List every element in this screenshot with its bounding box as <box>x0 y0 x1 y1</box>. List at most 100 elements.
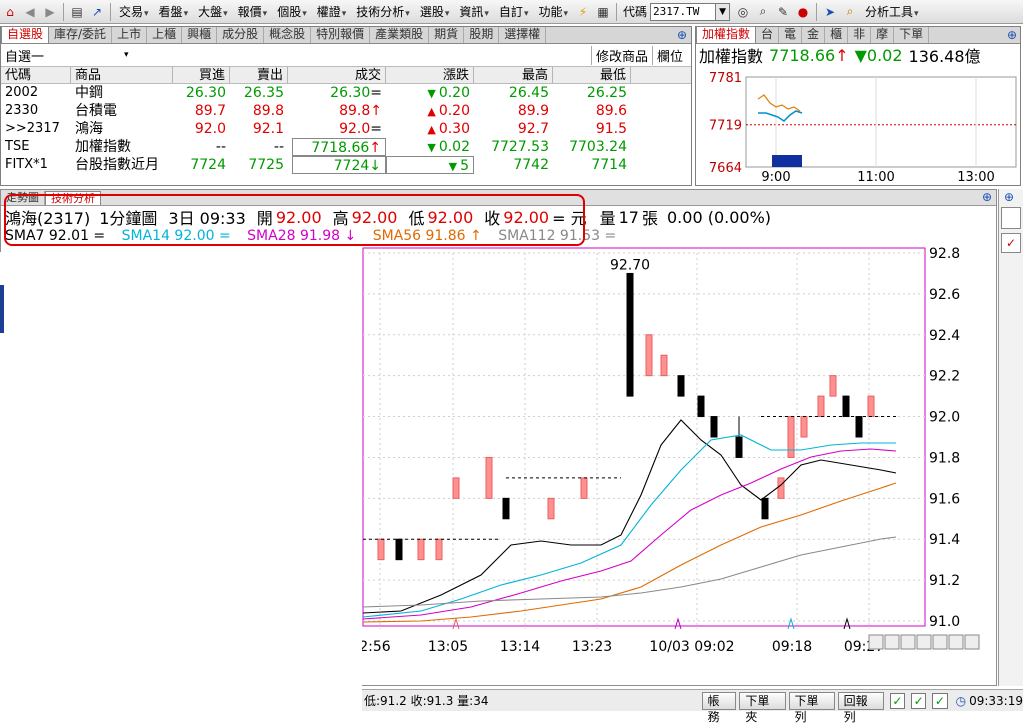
menu-custom[interactable]: 自訂 <box>494 2 534 22</box>
table-row[interactable]: FITX*1 台股指數近月 7724 7725 7724↓ ▼ 5 7742 7714 <box>1 156 691 174</box>
search-icon[interactable]: ⌕ <box>754 2 772 22</box>
row-high: 26.45 <box>508 85 549 101</box>
index-tab-0[interactable]: 加權指數 <box>696 26 757 43</box>
col-bid[interactable]: 買進 <box>173 67 230 83</box>
zoom-icon[interactable]: ⊕ <box>677 28 687 42</box>
candle-body <box>452 477 460 499</box>
col-high[interactable]: 最高 <box>474 67 553 83</box>
tab-9[interactable]: 期貨 <box>429 27 465 43</box>
menu-technical[interactable]: 技術分析 <box>351 2 415 22</box>
index-tab-7[interactable]: 下單 <box>894 27 930 43</box>
report-bar-button[interactable]: 回報列 <box>837 691 884 724</box>
zoom-icon[interactable]: ⊕ <box>1007 28 1017 42</box>
tab-6[interactable]: 概念股 <box>264 27 312 43</box>
columns-button[interactable]: 欄位 <box>651 45 687 65</box>
chart-nav-button[interactable] <box>884 634 900 650</box>
tab-2[interactable]: 上市 <box>112 27 148 43</box>
cursor-icon[interactable]: ➤ <box>821 2 839 22</box>
col-ask[interactable]: 賣出 <box>230 67 288 83</box>
menu-market[interactable]: 大盤 <box>193 2 233 22</box>
row-ask: 89.8 <box>252 103 284 119</box>
col-low[interactable]: 最低 <box>553 67 631 83</box>
row-low: 89.6 <box>595 103 627 119</box>
index-change-text: 0.02 <box>866 45 903 65</box>
home-icon[interactable]: ⌂ <box>1 2 19 22</box>
chevron-down-icon[interactable]: ▾ <box>124 50 129 60</box>
row-bid: 26.30 <box>185 85 226 101</box>
chart-nav-button[interactable] <box>932 634 948 650</box>
col-change[interactable]: 漲跌 <box>386 67 474 83</box>
menu-trade[interactable]: 交易 <box>114 2 154 22</box>
index-tab-3[interactable]: 金 <box>802 27 826 43</box>
watchlist-select[interactable]: 自選一 ▾ <box>5 46 129 65</box>
tab-8[interactable]: 產業類股 <box>370 27 430 43</box>
table-row[interactable]: 2330 台積電 89.7 89.8 89.8↑ ▲ 0.20 89.9 89.6 <box>1 102 691 120</box>
check-icon[interactable]: ✓ <box>911 692 927 709</box>
menu-quote[interactable]: 報價 <box>233 2 273 22</box>
row-change: ▲ 0.20 <box>386 102 474 120</box>
calendar-icon[interactable]: ▦ <box>594 2 612 22</box>
index-tab-2[interactable]: 電 <box>779 27 803 43</box>
index-tab-1[interactable]: 台 <box>756 27 780 43</box>
tab-10[interactable]: 股期 <box>464 27 500 43</box>
table-row[interactable]: TSE 加權指數 -- -- 7718.66↑ ▼ 0.02 7727.53 7703.24 <box>1 138 691 156</box>
lightning-icon[interactable]: ⚡ <box>574 2 592 22</box>
code-input[interactable]: 2317.TW <box>650 2 717 21</box>
forward-icon[interactable]: ▶ <box>41 2 59 22</box>
check-icon[interactable]: ✓ <box>932 692 948 709</box>
candle-body <box>395 538 403 561</box>
tab-11[interactable]: 選擇權 <box>499 27 547 43</box>
modify-items-button[interactable]: 修改商品 <box>590 45 652 65</box>
table-row[interactable]: 2002 中鋼 26.30 26.35 26.30= ▼ 0.20 26.45 26.25 <box>1 84 691 102</box>
back-icon[interactable]: ◀ <box>21 2 39 22</box>
index-tab-4[interactable]: 櫃 <box>825 27 849 43</box>
tab-5[interactable]: 成分股 <box>217 27 265 43</box>
col-name[interactable]: 商品 <box>71 67 173 83</box>
row-last-value: 26.30 <box>330 85 371 101</box>
index-tab-6[interactable]: 摩 <box>871 27 895 43</box>
x-tick-label: 09:18 <box>772 639 812 655</box>
order-folder-button[interactable]: 下單夾 <box>739 691 786 724</box>
scroll-handle[interactable] <box>1001 207 1021 229</box>
tab-0[interactable]: 自選股 <box>1 26 50 43</box>
menu-warrant[interactable]: 權證 <box>312 2 352 22</box>
analysis-tools-menu[interactable]: 分析工具 <box>860 2 924 22</box>
blue-sidebar-mark <box>0 285 4 333</box>
chart-nav-button[interactable] <box>900 634 916 650</box>
alert-icon[interactable]: ● <box>794 2 812 22</box>
row-ask: -- <box>273 139 284 155</box>
chevron-down-icon[interactable]: ▼ <box>716 2 731 21</box>
menu-info[interactable]: 資訊 <box>454 2 494 22</box>
chart-nav-buttons[interactable] <box>868 634 980 650</box>
tab-4[interactable]: 興櫃 <box>182 27 218 43</box>
tab-3[interactable]: 上櫃 <box>147 27 183 43</box>
row-change-value: 0.02 <box>438 139 470 155</box>
menu-stock[interactable]: 個股 <box>272 2 312 22</box>
chart-nav-button[interactable] <box>916 634 932 650</box>
binoculars-icon[interactable]: ◎ <box>734 2 752 22</box>
account-button[interactable]: 帳務 <box>701 691 737 724</box>
col-code[interactable]: 代碼 <box>1 67 71 83</box>
check-icon[interactable]: ✓ <box>889 692 906 709</box>
sma-line-4 <box>362 536 897 608</box>
zoom-icon[interactable]: ⊕ <box>982 190 992 204</box>
chart-nav-button[interactable] <box>964 634 980 650</box>
chart-nav-button[interactable] <box>868 634 884 650</box>
tab-1[interactable]: 庫存/委託 <box>49 27 113 43</box>
table-row[interactable]: >>2317 鴻海 92.0 92.1 92.0= ▲ 0.30 92.7 91.5 <box>1 120 691 138</box>
order-bar-button[interactable]: 下單列 <box>788 691 835 724</box>
zoom-icon[interactable]: ⊕ <box>1004 190 1014 204</box>
tools-icon[interactable]: ✎ <box>774 2 792 22</box>
tab-7[interactable]: 特別報價 <box>311 27 371 43</box>
popout-icon[interactable]: ↗ <box>88 2 106 22</box>
menu-function[interactable]: 功能 <box>533 2 573 22</box>
row-low: 91.5 <box>595 121 627 137</box>
magnifier-icon[interactable]: ⌕ <box>841 2 859 22</box>
menu-screener[interactable]: 選股 <box>415 2 455 22</box>
col-last[interactable]: 成交 <box>288 67 386 83</box>
chart-nav-button[interactable] <box>948 634 964 650</box>
index-tab-5[interactable]: 非 <box>848 27 872 43</box>
check-icon[interactable]: ✓ <box>1001 233 1021 253</box>
menu-watch[interactable]: 看盤 <box>154 2 194 22</box>
print-icon[interactable]: ▤ <box>68 2 86 22</box>
